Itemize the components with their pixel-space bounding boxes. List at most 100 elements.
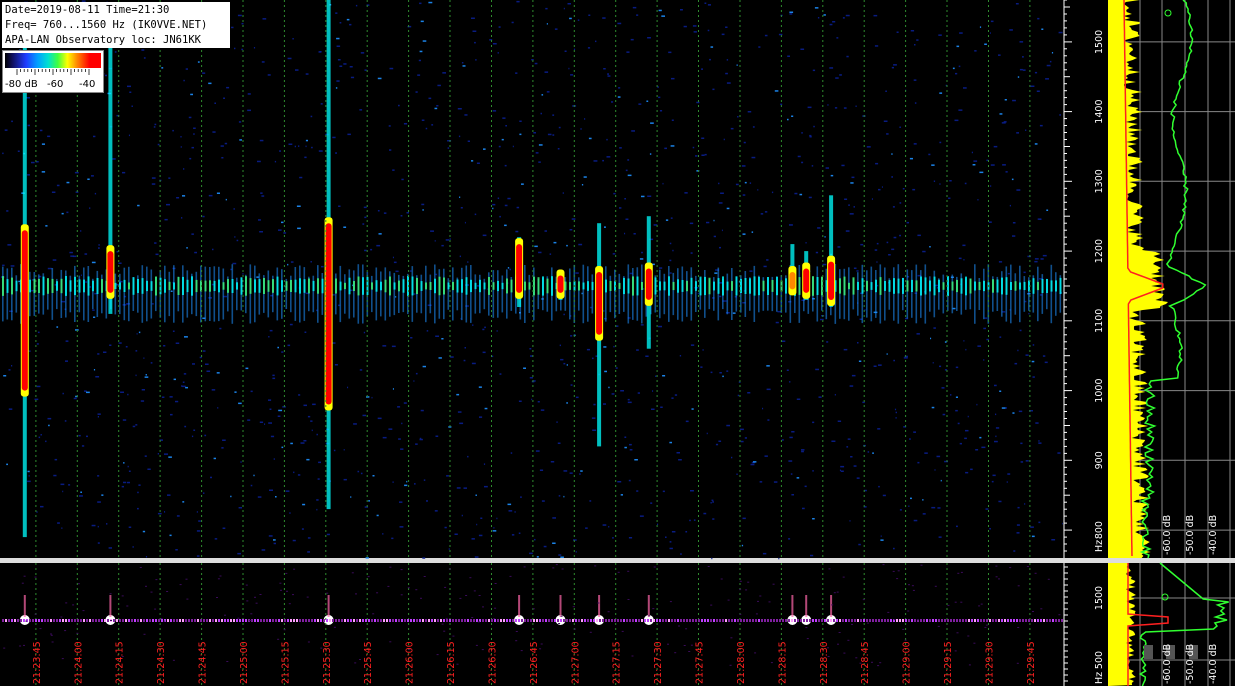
band-column xyxy=(128,266,130,322)
lower-noise-speck xyxy=(307,641,310,643)
lower-carrier-seg xyxy=(56,619,58,622)
noise-speck xyxy=(845,230,850,232)
lower-carrier-seg xyxy=(113,619,115,622)
time-tick-label: 21:27:00 xyxy=(570,641,581,684)
band-core xyxy=(186,279,189,293)
lower-carrier-seg xyxy=(845,619,847,622)
noise-speck xyxy=(475,59,477,61)
noise-speck xyxy=(989,32,991,34)
lower-noise-speck xyxy=(837,643,839,645)
lower-carrier-seg xyxy=(653,619,655,622)
lower-noise-speck xyxy=(478,595,481,596)
noise-speck xyxy=(483,148,486,150)
noise-speck xyxy=(629,449,633,451)
noise-speck xyxy=(671,531,676,533)
noise-speck xyxy=(834,394,836,396)
noise-speck xyxy=(435,335,439,337)
noise-speck xyxy=(849,213,854,215)
lower-carrier-seg xyxy=(740,619,742,622)
band-core xyxy=(879,277,882,295)
noise-speck xyxy=(80,274,82,276)
lower-noise-speck xyxy=(355,593,357,595)
band-core xyxy=(1019,282,1021,290)
noise-speck xyxy=(346,18,350,21)
time-tick-label: 21:29:45 xyxy=(1026,641,1037,684)
band-core xyxy=(902,278,904,294)
noise-speck xyxy=(272,374,275,377)
noise-speck xyxy=(377,417,382,420)
lower-noise-speck xyxy=(515,640,518,642)
lower-carrier-seg xyxy=(578,619,580,622)
echo-spot-trail xyxy=(791,595,794,617)
noise-speck xyxy=(647,37,651,39)
lower-carrier-seg xyxy=(191,619,193,622)
lower-noise-speck xyxy=(867,622,870,624)
lower-carrier-seg xyxy=(767,619,769,622)
band-column xyxy=(825,268,828,320)
noise-speck xyxy=(157,143,160,146)
noise-speck xyxy=(893,236,897,239)
lower-carrier-seg xyxy=(569,619,571,622)
lower-carrier-seg xyxy=(1022,619,1024,622)
noise-speck xyxy=(216,192,220,194)
lower-carrier-seg xyxy=(959,619,961,622)
noise-speck xyxy=(420,20,424,23)
lower-carrier-seg xyxy=(197,619,199,622)
noise-speck xyxy=(836,37,839,39)
noise-speck xyxy=(835,77,839,79)
noise-speck xyxy=(1015,3,1019,5)
band-column xyxy=(317,265,319,323)
lower-carrier-seg xyxy=(983,619,985,622)
noise-speck xyxy=(789,381,791,383)
noise-speck xyxy=(137,491,139,494)
noise-speck xyxy=(368,500,370,502)
lower-carrier-seg xyxy=(143,619,145,622)
lower-carrier-seg xyxy=(23,619,25,622)
band-column xyxy=(1037,266,1039,322)
lower-carrier-seg xyxy=(356,619,358,622)
noise-speck xyxy=(464,347,466,349)
lower-noise-speck xyxy=(224,614,226,616)
lower-carrier-seg xyxy=(20,619,22,622)
noise-speck xyxy=(70,255,75,257)
lower-noise-speck xyxy=(917,619,919,621)
lower-noise-speck xyxy=(448,568,451,570)
lower-noise-speck xyxy=(121,595,124,597)
noise-speck xyxy=(903,357,908,359)
band-core xyxy=(474,282,477,290)
lower-noise-speck xyxy=(842,576,845,578)
noise-speck xyxy=(753,461,757,463)
noise-speck xyxy=(559,344,561,347)
noise-speck xyxy=(175,342,180,344)
noise-speck xyxy=(471,538,475,540)
noise-speck xyxy=(422,557,426,559)
noise-speck xyxy=(791,115,794,117)
lower-carrier-seg xyxy=(749,619,751,622)
noise-speck xyxy=(711,499,714,502)
noise-speck xyxy=(1019,68,1023,71)
band-core xyxy=(11,277,13,295)
noise-speck xyxy=(913,143,917,145)
noise-speck xyxy=(817,17,820,19)
noise-speck xyxy=(467,140,470,142)
band-core xyxy=(227,279,229,293)
noise-speck xyxy=(497,52,499,54)
noise-speck xyxy=(1016,189,1021,191)
lower-noise-speck xyxy=(847,639,850,641)
band-core xyxy=(470,279,472,293)
lower-carrier-seg xyxy=(932,619,934,622)
lower-noise-speck xyxy=(690,644,693,646)
noise-speck xyxy=(992,474,996,477)
lower-carrier-seg xyxy=(32,619,34,622)
noise-speck xyxy=(544,71,549,73)
time-tick-label: 21:24:45 xyxy=(198,641,209,684)
lower-carrier-seg xyxy=(899,619,901,622)
noise-speck xyxy=(272,377,276,380)
noise-speck xyxy=(749,182,752,184)
noise-speck xyxy=(360,52,365,54)
band-core xyxy=(537,277,540,295)
band-core xyxy=(411,276,414,296)
lower-carrier-seg xyxy=(224,619,226,622)
noise-speck xyxy=(318,51,322,53)
band-core xyxy=(1023,281,1026,290)
